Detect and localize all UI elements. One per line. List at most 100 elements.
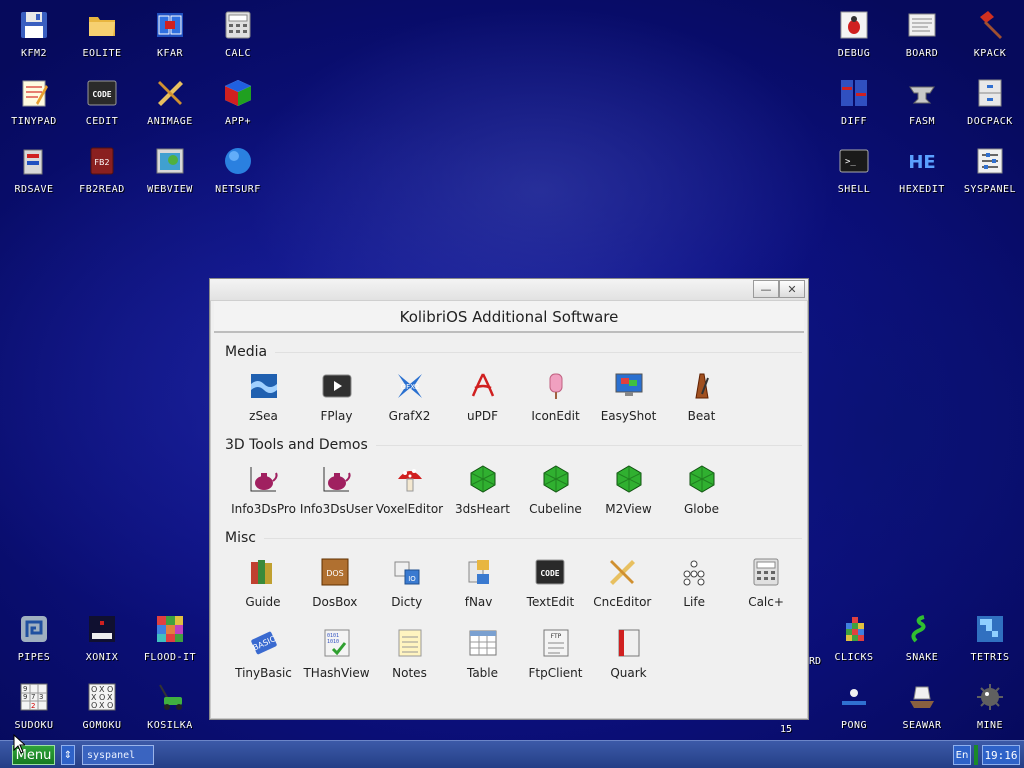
- taskbar-item-syspanel[interactable]: syspanel: [82, 745, 154, 765]
- desktop-icon-kosilka[interactable]: KOSILKA: [136, 672, 204, 734]
- app-info3dspro[interactable]: Info3DsPro: [227, 456, 300, 527]
- language-indicator[interactable]: En: [953, 745, 971, 765]
- flood-icon: [153, 612, 187, 646]
- desktop-icon-fb2read[interactable]: FB2 FB2READ: [68, 136, 136, 198]
- app-cnceditor[interactable]: CncEditor: [586, 549, 658, 620]
- app-cubeline[interactable]: Cubeline: [519, 456, 592, 527]
- code-icon: CODE: [533, 555, 567, 589]
- app-iconedit[interactable]: IconEdit: [519, 363, 592, 434]
- desktop-icon-tinypad[interactable]: TINYPAD: [0, 68, 68, 130]
- desktop-icon-eolite[interactable]: EOLITE: [68, 0, 136, 62]
- app-info3dsuser[interactable]: Info3DsUser: [300, 456, 373, 527]
- desktop-icon-cedit[interactable]: CODE CEDIT: [68, 68, 136, 130]
- desktop-icon-fasm[interactable]: FASM: [888, 68, 956, 130]
- app-beat[interactable]: Beat: [665, 363, 738, 434]
- app-label: uPDF: [467, 409, 498, 423]
- app-textedit[interactable]: CODE TextEdit: [515, 549, 587, 620]
- desktop-icon-label: FB2READ: [79, 184, 125, 195]
- desktop-icon-label: FLOOD-IT: [143, 652, 197, 663]
- desktop-icon-clicks[interactable]: CLICKS: [820, 604, 888, 666]
- app-updf[interactable]: uPDF: [446, 363, 519, 434]
- tinybasic-icon: BASIC: [247, 626, 281, 660]
- app-easyshot[interactable]: EasyShot: [592, 363, 665, 434]
- app-ftpclient[interactable]: FTP FtpClient: [519, 620, 592, 686]
- clock[interactable]: 19:16: [982, 745, 1020, 765]
- svg-text:FB2: FB2: [94, 158, 109, 167]
- desktop-icon-snake[interactable]: SNAKE: [888, 604, 956, 666]
- minimize-button[interactable]: —: [753, 280, 779, 298]
- desktop-icon-webview[interactable]: WEBVIEW: [136, 136, 204, 198]
- svg-text:9: 9: [23, 693, 27, 701]
- desktop-icon-animage[interactable]: ANIMAGE: [136, 68, 204, 130]
- app-dicty[interactable]: IO Dicty: [371, 549, 443, 620]
- desktop-icon-label: MINE: [976, 720, 1004, 731]
- desktop-icon-mine[interactable]: MINE: [956, 672, 1024, 734]
- app-notes[interactable]: Notes: [373, 620, 446, 686]
- gem-icon: [612, 462, 646, 496]
- app-voxeleditor[interactable]: VoxelEditor: [373, 456, 446, 527]
- close-button[interactable]: ✕: [779, 280, 805, 298]
- desktop-icon-sudoku[interactable]: 9 9 7 3 2 SUDOKU: [0, 672, 68, 734]
- desktop-icon-label: FASM: [908, 116, 936, 127]
- desktop-icon-diff[interactable]: DIFF: [820, 68, 888, 130]
- app-table[interactable]: Table: [446, 620, 519, 686]
- app-label: Quark: [610, 666, 647, 680]
- desktop-icon-netsurf[interactable]: NETSURF: [204, 136, 272, 198]
- app-calc-[interactable]: Calc+: [730, 549, 802, 620]
- desktop-icon-app-[interactable]: APP+: [204, 68, 272, 130]
- desktop-icon-label: PONG: [840, 720, 868, 731]
- section-title: Media: [225, 344, 268, 360]
- app-zsea[interactable]: zSea: [227, 363, 300, 434]
- desktop-icon-syspanel[interactable]: SYSPANEL: [956, 136, 1024, 198]
- desktop-icon-seawar[interactable]: SEAWAR: [888, 672, 956, 734]
- desktop-icon-label: DEBUG: [837, 48, 871, 59]
- desktop-icon-label: KPACK: [973, 48, 1007, 59]
- desktop-icon-flood-it[interactable]: FLOOD-IT: [136, 604, 204, 666]
- app-tinybasic[interactable]: BASIC TinyBasic: [227, 620, 300, 686]
- app-quark[interactable]: Quark: [592, 620, 665, 686]
- app-3dsheart[interactable]: 3dsHeart: [446, 456, 519, 527]
- desktop-icon-label: KOSILKA: [147, 720, 193, 731]
- desktop-icon-kfar[interactable]: KFAR: [136, 0, 204, 62]
- desktop-icon-calc[interactable]: CALC: [204, 0, 272, 62]
- dicty-icon: IO: [390, 555, 424, 589]
- app-life[interactable]: Life: [658, 549, 730, 620]
- desktop-icon-shell[interactable]: >_ SHELL: [820, 136, 888, 198]
- desktop-icon-hexedit[interactable]: HE HEXEDIT: [888, 136, 956, 198]
- desktop-icon-label: RDSAVE: [14, 184, 54, 195]
- gomoku-icon: OXOXOXOXO: [85, 680, 119, 714]
- desktop-icon-gomoku[interactable]: O X O X O X O X O GOMOKU: [68, 672, 136, 734]
- app-fnav[interactable]: fNav: [443, 549, 515, 620]
- app-label: Dicty: [391, 595, 423, 609]
- dosbox-icon: DOS: [318, 555, 352, 589]
- desktop-icon-board[interactable]: BOARD: [888, 0, 956, 62]
- desktop-icon-label: KFM2: [20, 48, 48, 59]
- desktop-icon-kfm2[interactable]: KFM2: [0, 0, 68, 62]
- desktop-icon-rdsave[interactable]: RDSAVE: [0, 136, 68, 198]
- app-m2view[interactable]: M2View: [592, 456, 665, 527]
- floppy-icon: [17, 8, 51, 42]
- desktop-icon-tetris[interactable]: TETRIS: [956, 604, 1024, 666]
- iconedit-icon: [539, 369, 573, 403]
- app-dosbox[interactable]: DOS DosBox: [299, 549, 371, 620]
- desktop-icon-kpack[interactable]: KPACK: [956, 0, 1024, 62]
- switch-arrows-button[interactable]: ⇕: [61, 745, 75, 765]
- app-globe[interactable]: Globe: [665, 456, 738, 527]
- desktop-icon-pipes[interactable]: PIPES: [0, 604, 68, 666]
- section-divider: [375, 444, 802, 446]
- desktop-icon-xonix[interactable]: XONIX: [68, 604, 136, 666]
- board-icon: [905, 8, 939, 42]
- app-guide[interactable]: Guide: [227, 549, 299, 620]
- window-titlebar[interactable]: — ✕: [210, 279, 808, 301]
- app-label: Cubeline: [529, 502, 582, 516]
- notes-icon: [393, 626, 427, 660]
- desktop-icon-pong[interactable]: PONG: [820, 672, 888, 734]
- desktop-icon-debug[interactable]: DEBUG: [820, 0, 888, 62]
- webview-icon: [153, 144, 187, 178]
- app-thashview[interactable]: 0101 1010 THashView: [300, 620, 373, 686]
- app-fplay[interactable]: FPlay: [300, 363, 373, 434]
- svg-text:2: 2: [31, 702, 35, 710]
- app-grafx2[interactable]: GFX2 GrafX2: [373, 363, 446, 434]
- desktop-icon-docpack[interactable]: DOCPACK: [956, 68, 1024, 130]
- desktop-icon-label: TINYPAD: [11, 116, 57, 127]
